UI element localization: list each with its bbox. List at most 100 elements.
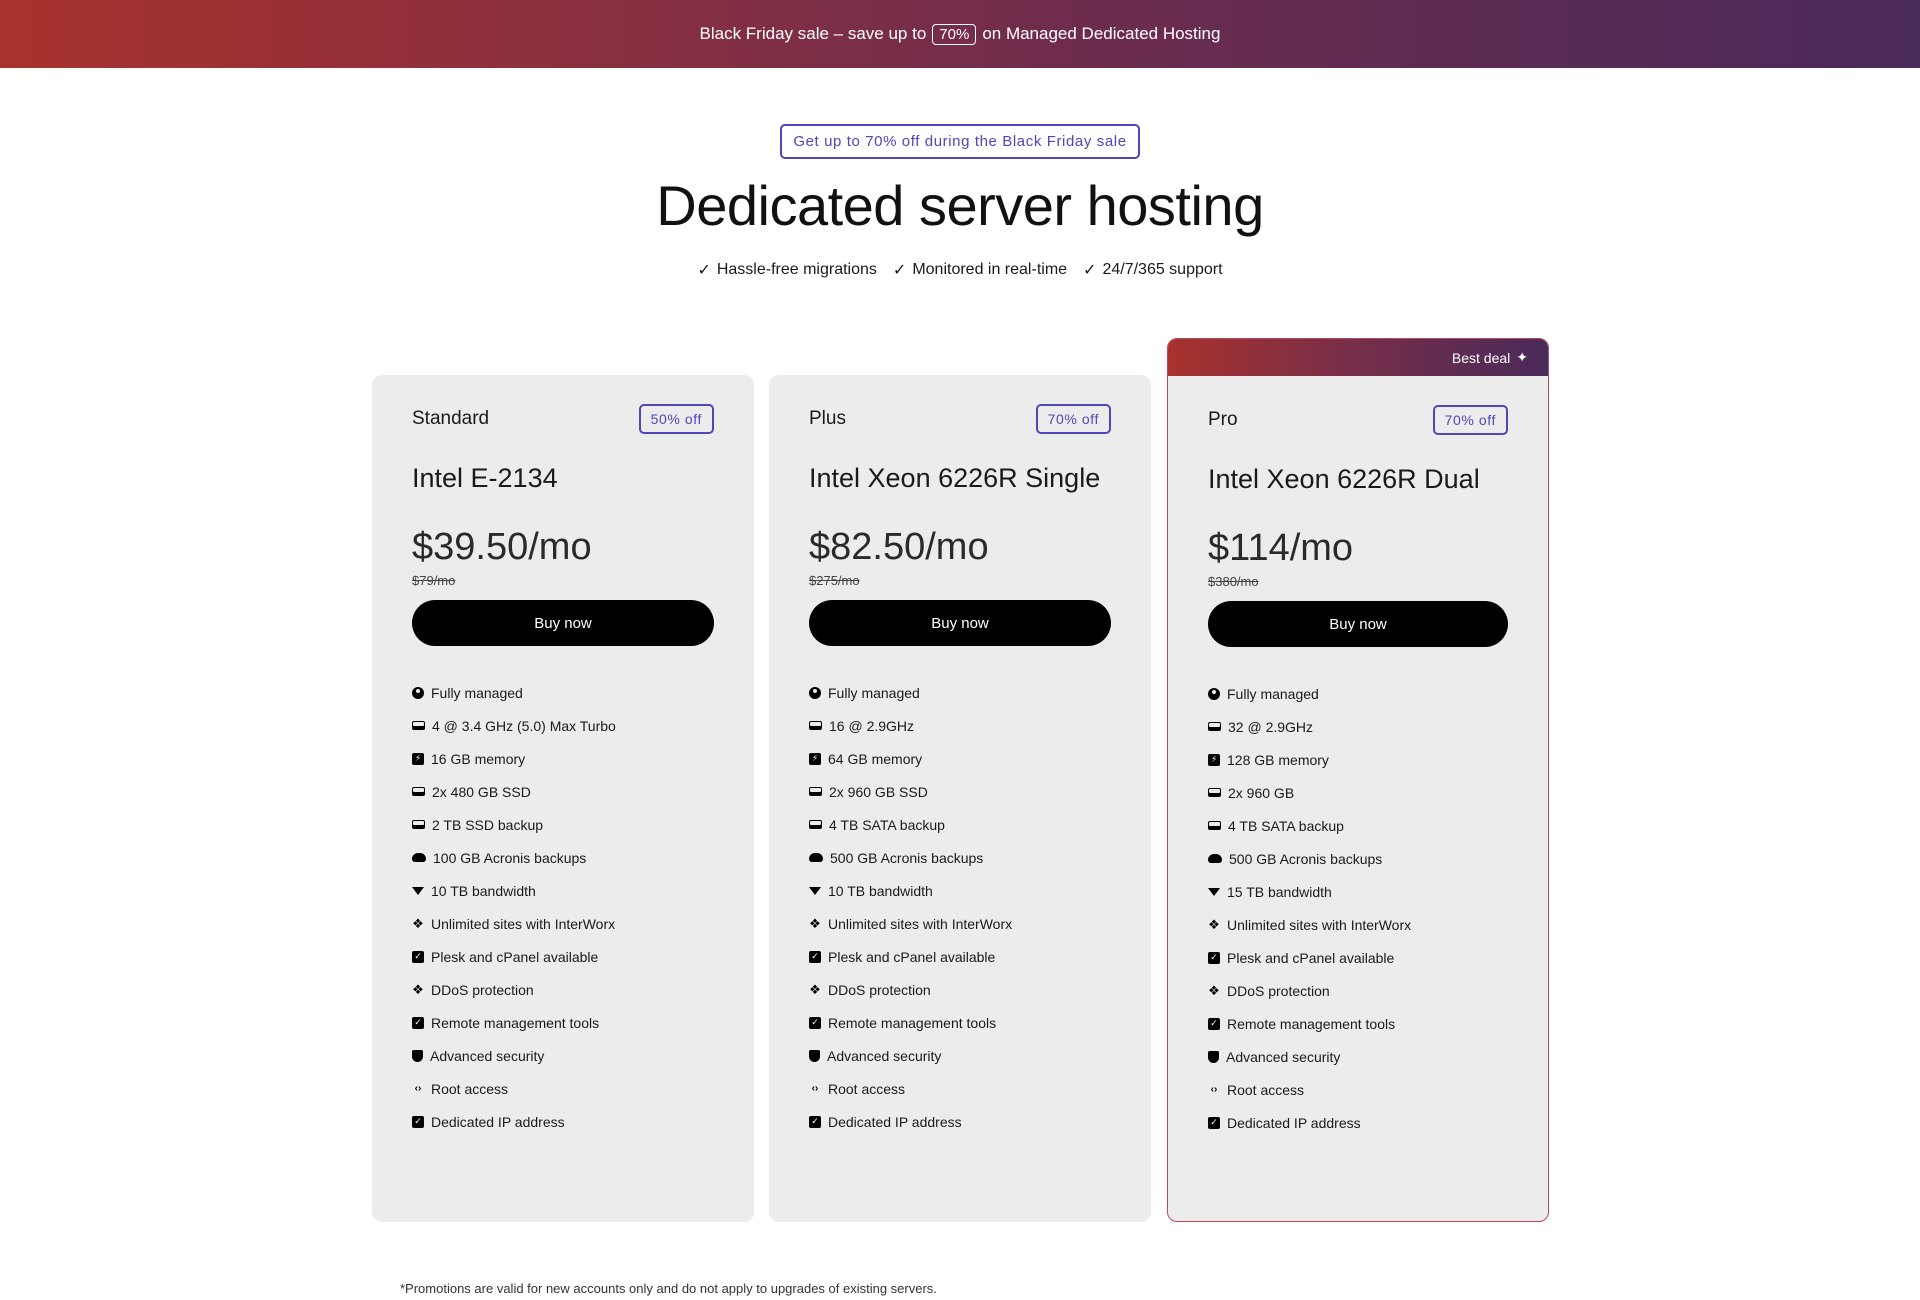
spec-label: Unlimited sites with InterWorx [1227, 916, 1412, 933]
checkbox-icon: ✓ [1208, 1116, 1220, 1129]
spec-item: ✓ Remote management tools [809, 1006, 1111, 1039]
spec-label: DDoS protection [1227, 982, 1330, 999]
spec-label: Plesk and cPanel available [431, 948, 599, 965]
plan-old-price: $380/mo [1208, 574, 1259, 589]
feature-label: Hassle-free migrations [716, 261, 877, 278]
plan-card-plus: Plus 70% off Intel Xeon 6226R Single $82… [769, 375, 1151, 1222]
gem-icon [809, 886, 821, 895]
spec-label: Fully managed [431, 684, 523, 701]
spec-item: 2x 480 GB SSD [412, 775, 714, 808]
spec-item: Advanced security [809, 1039, 1111, 1072]
spec-label: 16 GB memory [431, 750, 526, 767]
promo-bar[interactable]: Black Friday sale – save up to 70% on Ma… [0, 0, 1920, 68]
spec-item: 500 GB Acronis backups [1208, 842, 1508, 875]
plan-tier: Pro [1208, 409, 1238, 430]
plan-tier: Standard [412, 408, 490, 429]
spec-label: 4 TB SATA backup [1228, 817, 1344, 834]
checkbox-icon: ✓ [1208, 951, 1220, 964]
spec-item: ✓ Plesk and cPanel available [1208, 941, 1508, 974]
best-deal-label: Best deal [1451, 349, 1511, 366]
spec-item: ⚡ 128 GB memory [1208, 743, 1508, 776]
code-icon: ‹› [1210, 1083, 1218, 1095]
buy-now-button[interactable]: Buy now [1208, 601, 1508, 647]
spec-label: 2x 960 GB [1228, 784, 1295, 801]
spec-label: 128 GB memory [1227, 751, 1329, 768]
promo-text-before: Black Friday sale – save up to [699, 24, 927, 43]
grid-icon: ❖ [1208, 917, 1220, 932]
shield-icon [412, 1049, 423, 1062]
bolt-icon: ⚡ [1208, 753, 1220, 766]
spec-item: ❖ DDoS protection [412, 973, 714, 1006]
storage-icon [1208, 788, 1221, 797]
spec-item: 500 GB Acronis backups [809, 841, 1111, 874]
check-icon: ✓ [1083, 262, 1097, 279]
spec-label: 4 TB SATA backup [829, 816, 945, 833]
spec-label: DDoS protection [828, 981, 931, 998]
user-icon [1208, 687, 1220, 700]
spec-label: Advanced security [430, 1047, 545, 1064]
spec-item: ✓ Plesk and cPanel available [809, 940, 1111, 973]
spec-item: ‹› Root access [412, 1072, 714, 1105]
feature-item: ✓ Monitored in real-time [893, 260, 1067, 280]
spec-item: ❖ Unlimited sites with InterWorx [809, 907, 1111, 940]
shield-icon [809, 1049, 820, 1062]
plan-price: $39.50/mo [412, 526, 592, 568]
feature-item: ✓ Hassle-free migrations [697, 260, 876, 280]
code-icon: ‹› [811, 1082, 819, 1094]
spec-label: 10 TB bandwidth [431, 882, 536, 899]
spec-label: 4 @ 3.4 GHz (5.0) Max Turbo [432, 717, 616, 734]
spec-label: 500 GB Acronis backups [830, 849, 984, 866]
spec-item: ✓ Remote management tools [1208, 1007, 1508, 1040]
sale-chip: Get up to 70% off during the Black Frida… [780, 124, 1140, 159]
discount-badge: 70% off [1035, 404, 1111, 434]
spec-label: 2 TB SSD backup [432, 816, 544, 833]
spec-label: 32 @ 2.9GHz [1228, 718, 1314, 735]
shield-icon [1208, 1050, 1219, 1063]
spec-item: ❖ DDoS protection [809, 973, 1111, 1006]
code-icon: ‹› [414, 1082, 422, 1094]
spec-label: Plesk and cPanel available [1227, 949, 1395, 966]
cloud-icon [412, 853, 426, 862]
page-title: Dedicated server hosting [656, 174, 1264, 237]
spec-label: Unlimited sites with InterWorx [828, 915, 1013, 932]
spec-item: 32 @ 2.9GHz [1208, 710, 1508, 743]
check-icon: ✓ [697, 262, 711, 279]
plan-cpu: Intel Xeon 6226R Dual [1208, 464, 1480, 494]
spec-item: Advanced security [412, 1039, 714, 1072]
sparkle-icon: ✦ [1516, 349, 1528, 365]
storage-icon [809, 820, 822, 829]
hero-section: Get up to 70% off during the Black Frida… [0, 124, 1920, 280]
promo-footnote: *Promotions are valid for new accounts o… [400, 1281, 937, 1296]
plan-card-standard: Standard 50% off Intel E-2134 $39.50/mo … [372, 375, 754, 1222]
spec-label: 500 GB Acronis backups [1229, 850, 1383, 867]
cloud-icon [1208, 854, 1222, 863]
spec-list: Fully managed 16 @ 2.9GHz ⚡ 64 GB memory 2x … [809, 676, 1111, 1138]
spec-label: Unlimited sites with InterWorx [431, 915, 616, 932]
spec-item: ✓ Remote management tools [412, 1006, 714, 1039]
plan-card-pro: Best deal ✦ Pro 70% off Intel Xeon 6226R… [1167, 338, 1549, 1222]
spec-item: 4 TB SATA backup [809, 808, 1111, 841]
promo-text-after: on Managed Dedicated Hosting [982, 24, 1221, 43]
spec-item: ‹› Root access [809, 1072, 1111, 1105]
buy-now-button[interactable]: Buy now [412, 600, 714, 646]
spec-item: Fully managed [412, 676, 714, 709]
spec-label: 16 @ 2.9GHz [829, 717, 915, 734]
buy-now-button[interactable]: Buy now [809, 600, 1111, 646]
bolt-icon: ⚡ [412, 752, 424, 765]
spec-item: ⚡ 16 GB memory [412, 742, 714, 775]
spec-label: Dedicated IP address [1227, 1114, 1361, 1131]
discount-badge: 50% off [638, 404, 714, 434]
spec-item: ❖ DDoS protection [1208, 974, 1508, 1007]
spec-item: ‹› Root access [1208, 1073, 1508, 1106]
plan-tier: Plus [809, 408, 846, 429]
spec-label: Plesk and cPanel available [828, 948, 996, 965]
spec-item: Advanced security [1208, 1040, 1508, 1073]
spec-label: 2x 960 GB SSD [829, 783, 928, 800]
grid-icon: ❖ [809, 916, 821, 931]
spec-label: Remote management tools [828, 1014, 997, 1031]
spec-list: Fully managed 4 @ 3.4 GHz (5.0) Max Turbo… [412, 676, 714, 1138]
promo-percent-badge: 70% [932, 23, 977, 45]
checkbox-icon: ✓ [809, 1016, 821, 1029]
spec-label: Advanced security [1226, 1048, 1341, 1065]
drive-icon [412, 721, 425, 730]
